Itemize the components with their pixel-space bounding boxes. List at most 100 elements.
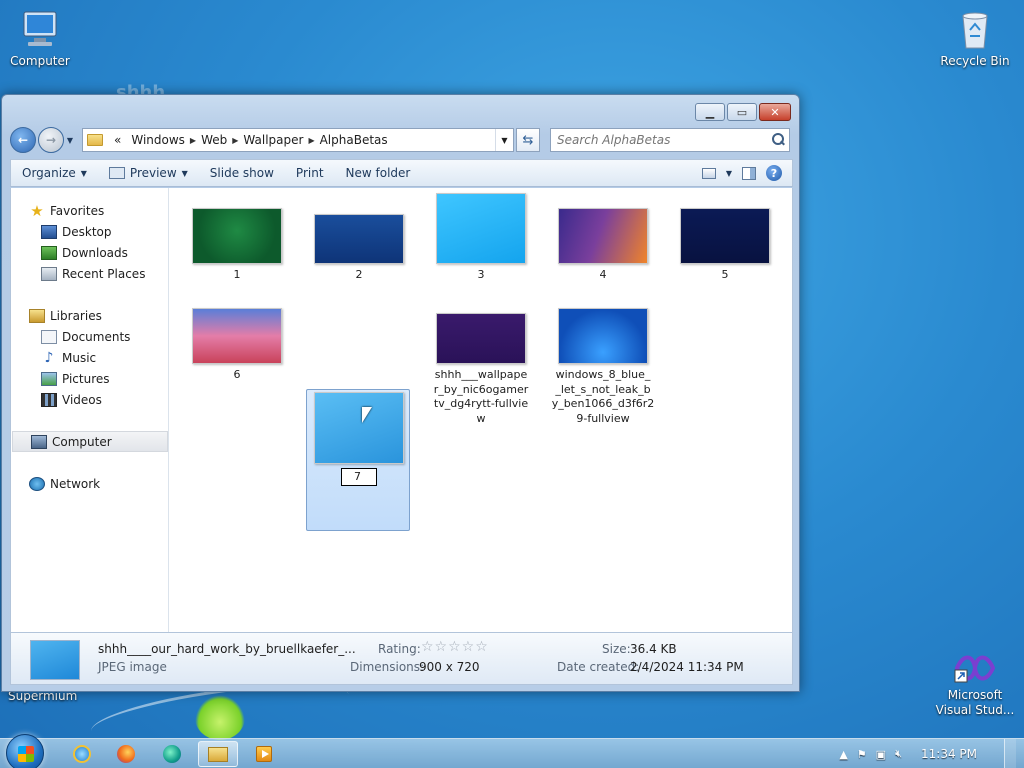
breadcrumb-alphabetas[interactable]: AlphaBetas <box>315 133 393 147</box>
taskbar-media-player[interactable] <box>244 741 284 767</box>
new-folder-button[interactable]: New folder <box>335 166 422 180</box>
nav-libraries[interactable]: Libraries <box>11 305 168 326</box>
nav-computer[interactable]: Computer <box>12 431 168 452</box>
network-tray-icon[interactable]: ▣ <box>876 748 886 761</box>
close-icon: ✕ <box>770 105 780 119</box>
search-input[interactable] <box>551 133 761 147</box>
computer-icon <box>18 8 62 52</box>
nav-videos[interactable]: Videos <box>11 389 168 410</box>
change-view-icon[interactable] <box>701 167 716 179</box>
nav-downloads[interactable]: Downloads <box>11 242 168 263</box>
maximize-button[interactable]: ▭ <box>727 103 757 121</box>
address-bar[interactable]: « Windows ▶ Web ▶ Wallpaper ▶ AlphaBetas… <box>82 128 514 152</box>
file-item[interactable]: shhh___wallpape r_by_nic6ogamer tv_dg4ry… <box>429 313 533 426</box>
preview-button[interactable]: Preview ▼ <box>98 166 199 180</box>
browser-icon <box>163 745 181 763</box>
address-dropdown-button[interactable]: ▼ <box>495 129 513 151</box>
date-created-label: Date created: <box>557 660 640 674</box>
videos-icon <box>41 392 57 407</box>
desktop-icon-computer[interactable]: Computer <box>0 8 80 68</box>
network-icon <box>29 476 45 491</box>
arrow-right-icon: → <box>45 133 57 147</box>
chevron-down-icon[interactable]: ▼ <box>726 169 732 178</box>
command-bar: Organize ▼ Preview ▼ Slide show Print New … <box>10 159 793 187</box>
refresh-button[interactable]: ⇆ <box>516 128 540 152</box>
explorer-content: ★ Favorites Desktop Downloads Recent Plac… <box>10 188 793 632</box>
file-name-line: windows_8_blue_ <box>555 368 651 381</box>
file-item[interactable]: 1 <box>185 208 289 283</box>
file-item[interactable]: 3 <box>429 193 533 283</box>
nav-label: Desktop <box>62 224 112 239</box>
size-label: Size: <box>602 642 631 656</box>
rating-stars[interactable]: ☆☆☆☆☆ <box>421 639 489 655</box>
file-thumbnail <box>192 308 282 364</box>
search-box[interactable] <box>550 128 790 152</box>
breadcrumb-web[interactable]: Web <box>196 133 232 147</box>
details-pane: shhh____our_hard_work_by_bruellkaefer_..… <box>10 632 793 685</box>
taskbar-internet-explorer[interactable] <box>62 741 102 767</box>
rating-label: Rating: <box>378 642 421 656</box>
pictures-icon <box>41 371 57 386</box>
nav-favorites[interactable]: ★ Favorites <box>11 200 168 221</box>
nav-network[interactable]: Network <box>11 473 168 494</box>
details-filename: shhh____our_hard_work_by_bruellkaefer_..… <box>98 642 356 656</box>
file-item[interactable]: 2 <box>307 214 411 283</box>
file-item[interactable]: 7 <box>307 392 411 486</box>
size-value: 36.4 KB <box>630 642 677 656</box>
clock[interactable]: 11:34 PM <box>921 747 977 761</box>
nav-label: Documents <box>62 329 131 344</box>
file-name-line: 9-fullview <box>576 411 630 425</box>
explorer-window: ▁ ▭ ✕ ← → ▼ « Windows ▶ Web ▶ Wallpaper … <box>1 94 800 692</box>
file-name-line: shhh___wallpape <box>434 368 528 381</box>
close-button[interactable]: ✕ <box>759 103 791 121</box>
flag-icon[interactable]: ⚑ <box>857 748 867 761</box>
search-icon[interactable] <box>771 133 785 147</box>
preview-pane-icon[interactable] <box>742 166 756 180</box>
nav-music[interactable]: ♪ Music <box>11 347 168 368</box>
organize-button[interactable]: Organize ▼ <box>11 166 98 180</box>
internet-explorer-icon <box>73 745 91 763</box>
slideshow-button[interactable]: Slide show <box>199 166 285 180</box>
file-name: 4 <box>599 268 607 281</box>
nav-documents[interactable]: Documents <box>11 326 168 347</box>
desktop-icon-label: Recycle Bin <box>940 54 1010 68</box>
print-button[interactable]: Print <box>285 166 335 180</box>
show-desktop-button[interactable] <box>1004 739 1016 768</box>
volume-muted-icon[interactable]: 🔇︎ <box>895 747 902 761</box>
chevron-down-icon: ▼ <box>501 135 508 145</box>
desktop-icon-recycle-bin[interactable]: Recycle Bin <box>935 8 1015 68</box>
desktop-icon-visual-studio[interactable]: Microsoft Visual Stud... <box>935 650 1015 718</box>
file-thumbnail <box>436 313 526 364</box>
refresh-icon: ⇆ <box>522 132 534 148</box>
nav-label: Computer <box>52 434 112 449</box>
file-thumbnail <box>680 208 770 264</box>
desktop-icon-label: Computer <box>10 54 70 68</box>
help-icon[interactable]: ? <box>766 165 782 181</box>
recycle-bin-icon <box>953 8 997 52</box>
file-thumbnail <box>314 392 404 464</box>
nav-pictures[interactable]: Pictures <box>11 368 168 389</box>
rename-input[interactable]: 7 <box>341 468 377 486</box>
file-item[interactable]: 6 <box>185 308 289 383</box>
file-item[interactable]: windows_8_blue_ _let_s_not_leak_b y_ben1… <box>551 308 655 426</box>
taskbar-firefox[interactable] <box>106 741 146 767</box>
file-name: 5 <box>721 268 729 281</box>
nav-label: Downloads <box>62 245 128 260</box>
breadcrumb-windows[interactable]: Windows <box>126 133 190 147</box>
start-button[interactable] <box>6 734 44 768</box>
nav-recent-places[interactable]: Recent Places <box>11 263 168 284</box>
back-button[interactable]: ← <box>10 127 36 153</box>
show-hidden-icons-button[interactable]: ▲ <box>839 748 847 761</box>
recent-pages-button[interactable]: ▼ <box>64 136 76 145</box>
breadcrumb-overflow[interactable]: « <box>109 133 126 147</box>
recent-places-icon <box>41 266 57 281</box>
taskbar-explorer[interactable] <box>198 741 238 767</box>
breadcrumb-wallpaper[interactable]: Wallpaper <box>238 133 308 147</box>
file-item[interactable]: 5 <box>673 208 777 283</box>
taskbar-browser[interactable] <box>152 741 192 767</box>
nav-label: Pictures <box>62 371 110 386</box>
file-item[interactable]: 4 <box>551 208 655 283</box>
minimize-button[interactable]: ▁ <box>695 103 725 121</box>
nav-desktop[interactable]: Desktop <box>11 221 168 242</box>
forward-button[interactable]: → <box>38 127 64 153</box>
